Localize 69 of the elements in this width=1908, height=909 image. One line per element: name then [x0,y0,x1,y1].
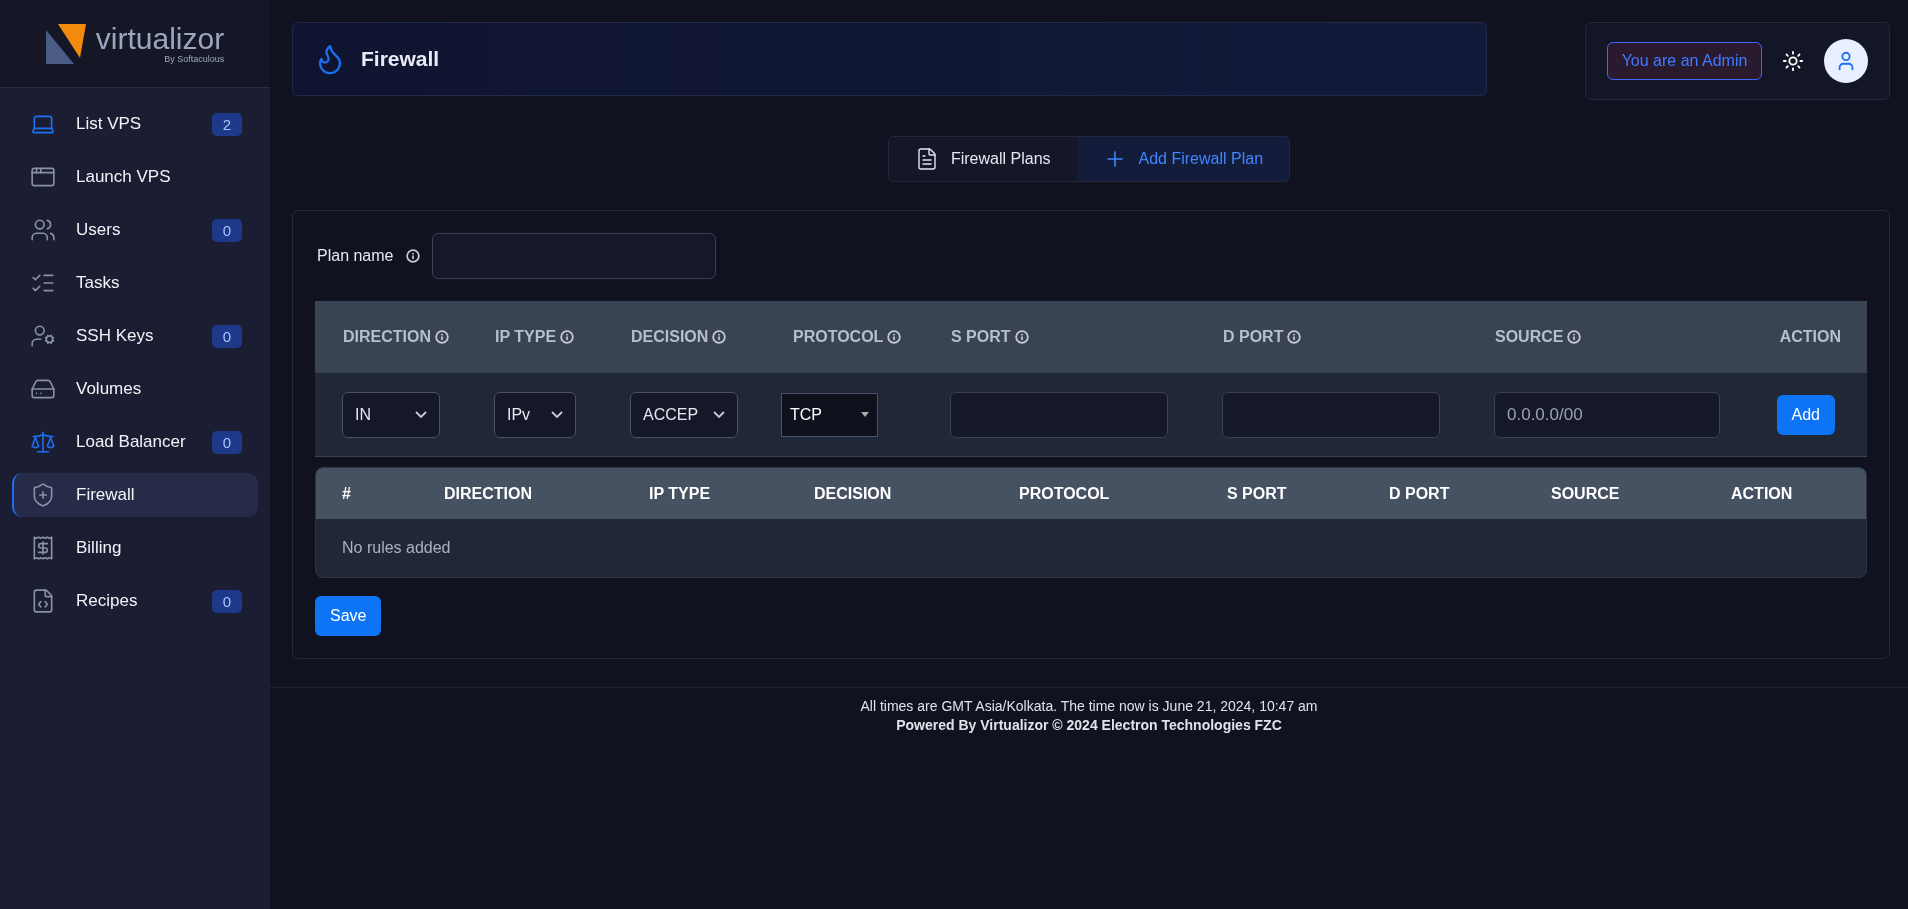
count-badge: 2 [211,112,242,136]
column-header: IP TYPE [495,328,603,346]
sidebar-item[interactable]: Firewall [12,473,258,517]
column-header: DIRECTION [343,328,467,346]
admin-badge: You are an Admin [1606,42,1763,80]
select-field[interactable]: ACCEP [630,391,738,438]
sidebar-item[interactable]: Users 0 [12,208,258,252]
sidebar-item[interactable]: SSH Keys 0 [12,314,258,358]
chevron-icon [415,411,427,418]
plan-name-input[interactable] [431,233,716,279]
save-button[interactable]: Save [315,596,382,636]
nav-icon [30,323,56,349]
info-icon [1567,330,1582,344]
column-header: # [342,484,352,503]
count-badge: 0 [211,324,242,348]
info-icon [887,330,902,344]
avatar-button[interactable] [1824,39,1869,83]
nav-icon [30,429,56,455]
input-field[interactable]: 0.0.0.0/00 [1494,391,1720,438]
tab[interactable]: Add Firewall Plan [1076,137,1290,181]
count-badge: 0 [211,430,242,454]
logo-text: virtualizor [95,23,225,54]
info-icon [405,249,420,263]
select-field[interactable]: IPv [494,391,576,438]
add-button[interactable]: Add [1776,394,1835,435]
chevron-icon [713,411,725,418]
sidebar-item[interactable]: Tasks [12,261,258,305]
time-note: All times are GMT Asia/Kolkata. The time now is June 21, 2024, 10:47 am [860,698,1318,714]
info-icon [1287,330,1302,344]
column-header: S PORT [951,328,1195,346]
column-header: ACTION [1731,484,1794,503]
sidebar-item[interactable]: Billing [12,526,258,570]
input-field[interactable] [950,391,1168,438]
input-field[interactable] [1222,391,1440,438]
info-icon [435,330,449,344]
sidebar-item[interactable]: Load Balancer 0 [12,420,258,464]
select-field[interactable]: IN [342,391,440,438]
column-header: ACTION [1779,328,1841,346]
column-header: D PORT [1223,328,1467,346]
nav-icon [30,217,56,243]
chevron-icon [551,411,563,418]
column-header: PROTOCOL [1019,484,1111,503]
column-header: DECISION [814,484,893,503]
logo-tagline: By Softaculous [164,53,225,64]
column-header: S PORT [1227,484,1288,503]
count-badge: 0 [211,589,242,613]
count-badge: 0 [211,218,242,242]
info-icon [712,330,727,344]
page-title: Firewall [361,47,440,71]
sidebar-item[interactable]: Volumes [12,367,258,411]
info-icon [560,330,575,344]
field-label: Plan name [317,247,394,265]
caret-icon [861,412,869,417]
theme-toggle-icon[interactable] [1782,50,1805,72]
empty-message: No rules added [342,539,451,557]
column-header: SOURCE [1551,484,1621,503]
copyright-text: Powered By Virtualizor © 2024 Electron Technologies FZC [896,717,1282,733]
column-header: SOURCE [1495,328,1733,346]
column-header: DIRECTION [444,484,533,503]
tab[interactable]: Firewall Plans [888,137,1077,181]
column-header: PROTOCOL [793,328,923,346]
select-field[interactable]: TCP [781,392,878,437]
column-header: DECISION [631,328,765,346]
column-header: D PORT [1389,484,1451,503]
sidebar-item[interactable]: Recipes 0 [12,579,258,623]
column-header: IP TYPE [649,484,712,503]
sidebar-item[interactable]: List VPS 2 [12,102,258,146]
sidebar-item[interactable]: Launch VPS [12,155,258,199]
info-icon [1014,330,1029,344]
